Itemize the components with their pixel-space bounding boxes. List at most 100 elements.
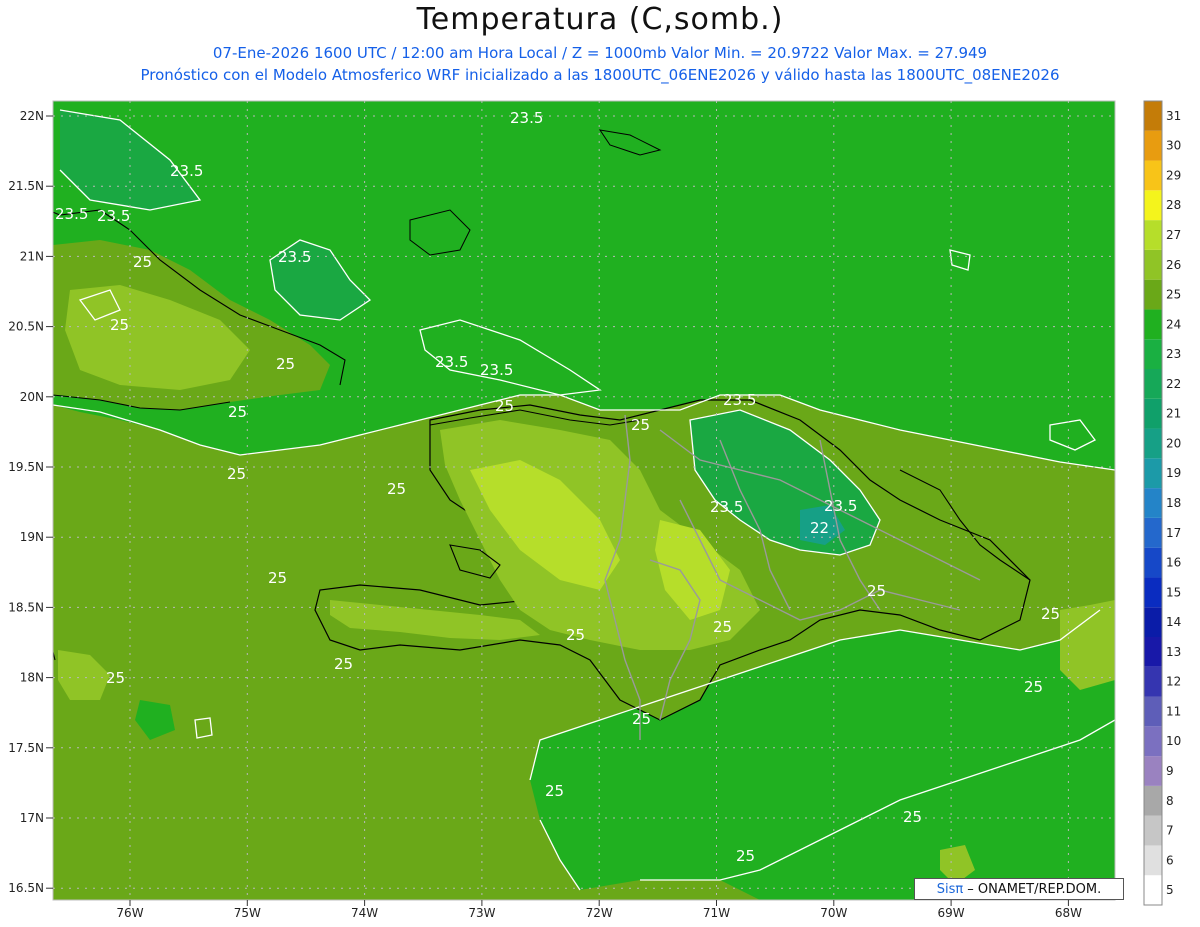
colorbar-swatch xyxy=(1144,666,1162,697)
colorbar-swatch xyxy=(1144,488,1162,518)
lat-tick-label: 16.5N xyxy=(8,881,44,895)
colorbar-label: 18 xyxy=(1166,496,1181,510)
jamaica-west-coast xyxy=(53,649,56,661)
colorbar-swatch xyxy=(1144,577,1162,608)
colorbar-label: 6 xyxy=(1166,853,1174,867)
colorbar-label: 7 xyxy=(1166,824,1174,838)
credit-box: Sisπ – ONAMET/REP.DOM. xyxy=(914,878,1124,900)
contour-label: 25 xyxy=(1041,605,1060,623)
colorbar-swatch xyxy=(1144,517,1162,548)
colorbar-swatch xyxy=(1144,785,1162,816)
contour-label: 25 xyxy=(227,465,246,483)
colorbar-label: 26 xyxy=(1166,258,1181,272)
contour-label: 25 xyxy=(713,618,732,636)
contour-label: 23.5 xyxy=(55,205,88,223)
longitude-axis: 76W 75W 74W 73W 72W 71W 70W 69W 68W xyxy=(116,900,1082,920)
lat-tick-label: 21N xyxy=(20,249,44,263)
colorbar-swatch xyxy=(1144,845,1162,876)
contour-label: 25 xyxy=(133,253,152,271)
colorbar-swatch xyxy=(1144,220,1162,250)
contour-label: 23.5 xyxy=(824,497,857,515)
contour-label: 23.5 xyxy=(278,248,311,266)
colorbar-label: 20 xyxy=(1166,436,1181,450)
temperature-map: 23.5 23.5 23.5 23.5 23.5 23.5 23.5 23.5 … xyxy=(8,100,1181,920)
colorbar-label: 21 xyxy=(1166,407,1181,421)
contour-label: 23.5 xyxy=(510,109,543,127)
colorbar-swatch xyxy=(1144,309,1162,340)
lat-tick-label: 20.5N xyxy=(8,320,44,334)
contour-label: 25 xyxy=(495,397,514,415)
colorbar-label: 15 xyxy=(1166,585,1181,599)
colorbar: 5 6 7 8 9 10 11 12 13 14 15 16 17 18 19 20 21 22 23 24 25 26 2… xyxy=(1143,100,1181,906)
colorbar-label: 28 xyxy=(1166,198,1181,212)
contour-label: 25 xyxy=(276,355,295,373)
contour-label: 25 xyxy=(566,626,585,644)
lat-tick-label: 19.5N xyxy=(8,460,44,474)
lat-tick-label: 19N xyxy=(20,530,44,544)
colorbar-swatch xyxy=(1144,815,1162,846)
lon-tick-label: 73W xyxy=(468,906,495,920)
sispi-logo: Sisπ xyxy=(936,881,964,897)
contour-label: 25 xyxy=(228,403,247,421)
contour-label: 25 xyxy=(110,316,129,334)
colorbar-label: 29 xyxy=(1166,168,1181,182)
colorbar-label: 25 xyxy=(1166,288,1181,302)
contour-label: 23.5 xyxy=(723,391,756,409)
colorbar-swatch xyxy=(1144,160,1162,191)
lat-tick-label: 20N xyxy=(20,390,44,404)
colorbar-label: 12 xyxy=(1166,675,1181,689)
credit-text: – ONAMET/REP.DOM. xyxy=(967,881,1102,897)
contour-label: 25 xyxy=(632,710,651,728)
colorbar-swatch xyxy=(1144,458,1162,489)
colorbar-swatch xyxy=(1144,398,1162,429)
colorbar-label: 8 xyxy=(1166,794,1174,808)
colorbar-label: 10 xyxy=(1166,734,1181,748)
lon-tick-label: 75W xyxy=(234,906,261,920)
colorbar-swatch xyxy=(1144,547,1162,578)
contour-label: 23.5 xyxy=(170,162,203,180)
colorbar-label: 13 xyxy=(1166,645,1181,659)
lon-tick-label: 69W xyxy=(938,906,965,920)
colorbar-swatch xyxy=(1144,190,1162,221)
colorbar-swatch xyxy=(1144,101,1162,131)
contour-label: 25 xyxy=(268,569,287,587)
colorbar-label: 5 xyxy=(1166,883,1174,897)
lon-tick-label: 76W xyxy=(116,906,143,920)
contour-label: 23.5 xyxy=(435,353,468,371)
colorbar-label: 11 xyxy=(1166,704,1181,718)
contour-label: 25 xyxy=(1024,678,1043,696)
colorbar-label: 19 xyxy=(1166,466,1181,480)
contour-label: 25 xyxy=(736,847,755,865)
colorbar-swatch xyxy=(1144,249,1162,280)
colorbar-swatch xyxy=(1144,696,1162,727)
lat-tick-label: 18.5N xyxy=(8,600,44,614)
colorbar-label: 27 xyxy=(1166,228,1181,242)
lat-tick-label: 17.5N xyxy=(8,741,44,755)
colorbar-label: 16 xyxy=(1166,556,1181,570)
lon-tick-label: 68W xyxy=(1055,906,1082,920)
lat-tick-label: 17N xyxy=(20,811,44,825)
colorbar-label: 9 xyxy=(1166,764,1174,778)
lon-tick-label: 74W xyxy=(351,906,378,920)
colorbar-label: 31 xyxy=(1166,109,1181,123)
colorbar-swatch xyxy=(1144,428,1162,459)
contour-label: 23.5 xyxy=(710,498,743,516)
latitude-axis: 22N 21.5N 21N 20.5N 20N 19.5N 19N 18.5N 18N 17.5N… xyxy=(8,109,53,895)
colorbar-swatch xyxy=(1144,607,1162,637)
colorbar-swatch xyxy=(1144,756,1162,786)
lat-tick-label: 21.5N xyxy=(8,179,44,193)
colorbar-swatch xyxy=(1144,369,1162,399)
contour-label: 25 xyxy=(334,655,353,673)
colorbar-swatch xyxy=(1144,875,1162,905)
lat-tick-label: 22N xyxy=(20,109,44,123)
colorbar-swatch xyxy=(1144,130,1162,161)
contour-label: 23.5 xyxy=(97,207,130,225)
colorbar-label: 22 xyxy=(1166,377,1181,391)
contour-label: 22 xyxy=(810,519,829,537)
colorbar-swatch xyxy=(1144,726,1162,757)
lon-tick-label: 71W xyxy=(703,906,730,920)
lon-tick-label: 72W xyxy=(586,906,613,920)
contour-label: 25 xyxy=(631,416,650,434)
contour-label: 23.5 xyxy=(480,361,513,379)
colorbar-label: 23 xyxy=(1166,347,1181,361)
